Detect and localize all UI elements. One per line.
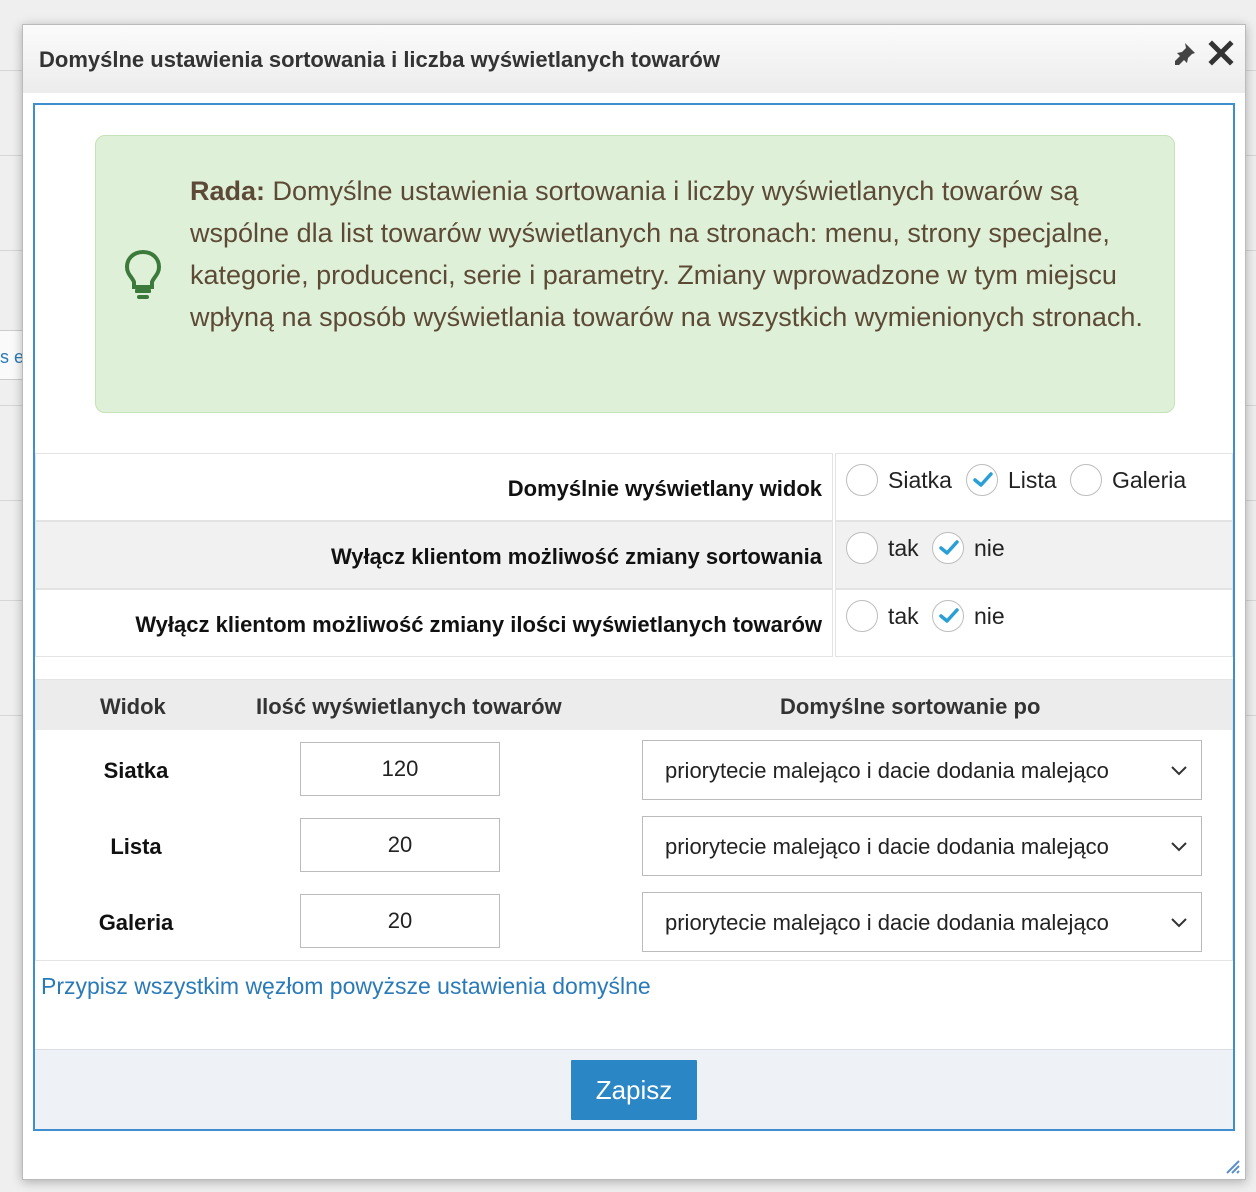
table-header: Widok Ilość wyświetlanych towarów Domyśl… bbox=[36, 680, 1232, 730]
dialog-titlebar[interactable]: Domyślne ustawienia sortowania i liczba … bbox=[23, 25, 1245, 93]
setting-row-default-view: Domyślnie wyświetlany widok Siatka Lista bbox=[35, 453, 1233, 521]
disable-count-options: tak nie bbox=[835, 589, 1233, 657]
checkmark-icon bbox=[939, 608, 959, 623]
background-fragment: s e bbox=[0, 330, 24, 380]
chevron-down-icon bbox=[1171, 766, 1187, 776]
radio-label: Siatka bbox=[888, 467, 952, 493]
row-view-name: Siatka bbox=[103, 758, 169, 783]
background-fragment-text: s e bbox=[0, 347, 25, 367]
sort-select-value: priorytecie malejąco i dacie dodania mal… bbox=[665, 758, 1109, 783]
disable-sort-label: Wyłącz klientom możliwość zmiany sortowa… bbox=[35, 521, 833, 589]
sort-select[interactable]: priorytecie malejąco i dacie dodania mal… bbox=[642, 740, 1202, 800]
chevron-down-icon bbox=[1171, 918, 1187, 928]
hint-label: Rada: bbox=[190, 176, 266, 206]
radio-button[interactable] bbox=[846, 464, 878, 496]
count-input[interactable]: 20 bbox=[300, 818, 500, 872]
sort-select[interactable]: priorytecie malejąco i dacie dodania mal… bbox=[642, 816, 1202, 876]
radio-button[interactable] bbox=[846, 600, 878, 632]
radio-label: tak bbox=[888, 535, 919, 561]
column-header-view: Widok bbox=[100, 694, 166, 719]
row-view-name: Lista bbox=[110, 834, 162, 859]
setting-row-disable-count: Wyłącz klientom możliwość zmiany ilości … bbox=[35, 589, 1233, 657]
view-settings-table: Widok Ilość wyświetlanych towarów Domyśl… bbox=[35, 679, 1233, 961]
default-view-options: Siatka Lista Galeria bbox=[835, 453, 1233, 521]
count-input[interactable]: 120 bbox=[300, 742, 500, 796]
dialog-footer: Zapisz bbox=[35, 1049, 1233, 1129]
resize-grip-icon[interactable] bbox=[1223, 1157, 1241, 1175]
checkmark-icon bbox=[973, 472, 993, 487]
sort-select-value: priorytecie malejąco i dacie dodania mal… bbox=[665, 834, 1109, 859]
checkmark-icon bbox=[939, 540, 959, 555]
dialog-content: Rada: Domyślne ustawienia sortowania i l… bbox=[33, 103, 1235, 1131]
radio-button[interactable] bbox=[846, 532, 878, 564]
count-input[interactable]: 20 bbox=[300, 894, 500, 948]
column-header-count: Ilość wyświetlanych towarów bbox=[256, 694, 562, 719]
save-button[interactable]: Zapisz bbox=[571, 1060, 697, 1120]
column-header-sort: Domyślne sortowanie po bbox=[780, 694, 1041, 719]
dialog-title: Domyślne ustawienia sortowania i liczba … bbox=[39, 47, 720, 72]
chevron-down-icon bbox=[1171, 842, 1187, 852]
radio-label: tak bbox=[888, 603, 919, 629]
pin-icon[interactable] bbox=[1171, 41, 1197, 67]
radio-label: Galeria bbox=[1112, 467, 1187, 493]
radio-button[interactable] bbox=[932, 532, 964, 564]
default-view-label: Domyślnie wyświetlany widok bbox=[35, 453, 833, 521]
assign-defaults-link[interactable]: Przypisz wszystkim węzłom powyższe ustaw… bbox=[41, 973, 651, 1000]
row-view-name: Galeria bbox=[98, 910, 174, 935]
settings-dialog: Domyślne ustawienia sortowania i liczba … bbox=[22, 24, 1246, 1180]
radio-button[interactable] bbox=[1070, 464, 1102, 496]
disable-sort-options: tak nie bbox=[835, 521, 1233, 589]
radio-label: nie bbox=[974, 603, 1005, 629]
close-icon[interactable] bbox=[1207, 39, 1235, 67]
setting-row-disable-sort: Wyłącz klientom możliwość zmiany sortowa… bbox=[35, 521, 1233, 589]
sort-select[interactable]: priorytecie malejąco i dacie dodania mal… bbox=[642, 892, 1202, 952]
radio-button[interactable] bbox=[966, 464, 998, 496]
lightbulb-icon bbox=[124, 249, 162, 299]
hint-body: Domyślne ustawienia sortowania i liczby … bbox=[190, 176, 1143, 332]
sort-select-value: priorytecie malejąco i dacie dodania mal… bbox=[665, 910, 1109, 935]
hint-text: Rada: Domyślne ustawienia sortowania i l… bbox=[190, 170, 1150, 338]
radio-label: nie bbox=[974, 535, 1005, 561]
disable-count-label: Wyłącz klientom możliwość zmiany ilości … bbox=[35, 589, 833, 657]
hint-box: Rada: Domyślne ustawienia sortowania i l… bbox=[95, 135, 1175, 413]
radio-label: Lista bbox=[1008, 467, 1057, 493]
radio-button[interactable] bbox=[932, 600, 964, 632]
